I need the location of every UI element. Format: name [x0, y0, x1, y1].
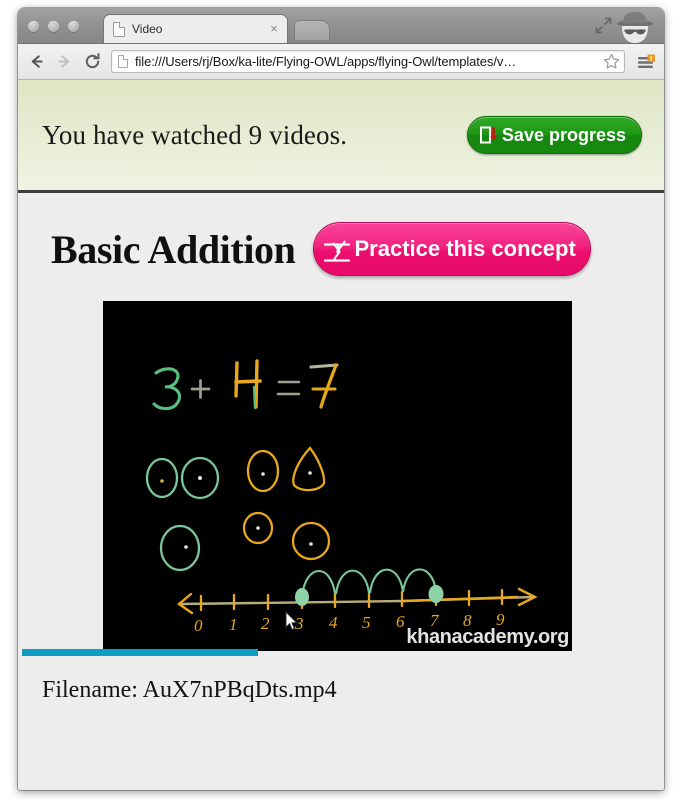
maximize-icon[interactable]	[595, 17, 612, 34]
practice-this-concept-button[interactable]: Practice this concept	[313, 222, 591, 276]
window-controls[interactable]	[28, 21, 79, 32]
new-tab-button[interactable]	[294, 20, 330, 40]
hamburger-menu-icon[interactable]	[635, 51, 657, 73]
practice-button-label: Practice this concept	[354, 236, 576, 261]
page-viewport: You have watched 9 videos. Save progress	[18, 80, 664, 788]
browser-toolbar: file:///Users/rj/Box/ka-lite/Flying-OWL/…	[18, 44, 664, 80]
tab-title: Video	[132, 22, 163, 36]
address-bar[interactable]: file:///Users/rj/Box/ka-lite/Flying-OWL/…	[111, 50, 625, 73]
close-icon[interactable]: ×	[267, 22, 281, 36]
tab-strip: Video ×	[18, 8, 664, 44]
gymnast-icon	[324, 235, 351, 263]
save-progress-button[interactable]: Save progress	[466, 116, 642, 154]
screen: Video × file:///Users/rj/Box/ka-lite/Fly…	[0, 0, 682, 800]
video-player[interactable]: 0 1 2 3 4 5 6 7 8 9 khanacademy.org	[22, 301, 572, 656]
svg-text:4: 4	[329, 613, 338, 632]
video-still-image: 0 1 2 3 4 5 6 7 8 9	[103, 301, 572, 651]
page-icon	[118, 55, 128, 68]
page-icon	[113, 21, 125, 37]
page-title: Basic Addition	[51, 226, 296, 272]
save-progress-label: Save progress	[501, 124, 626, 145]
videos-watched-text: You have watched 9 videos.	[42, 119, 348, 150]
url-text: file:///Users/rj/Box/ka-lite/Flying-OWL/…	[135, 54, 517, 69]
status-banner: You have watched 9 videos. Save progress	[18, 80, 664, 193]
video-progress-fill	[22, 649, 259, 656]
main-content: Basic Addition Practice this concept 0 1…	[18, 193, 664, 704]
forward-arrow-icon[interactable]	[53, 51, 75, 73]
khanacademy-watermark: khanacademy.org	[406, 626, 569, 648]
save-download-icon	[479, 125, 498, 145]
video-progress-bar[interactable]	[22, 649, 644, 656]
svg-text:2: 2	[261, 614, 270, 633]
svg-text:6: 6	[396, 612, 405, 631]
filename-label: Filename: AuX7nPBqDts.mp4	[42, 677, 337, 703]
window-close-dot[interactable]	[28, 21, 39, 32]
window-minimize-dot[interactable]	[48, 21, 59, 32]
window-zoom-dot[interactable]	[68, 21, 79, 32]
svg-text:1: 1	[229, 615, 238, 634]
svg-text:0: 0	[194, 616, 203, 635]
star-icon[interactable]	[603, 53, 620, 70]
title-row: Basic Addition Practice this concept	[18, 215, 664, 283]
svg-text:5: 5	[362, 613, 371, 632]
browser-window: Video × file:///Users/rj/Box/ka-lite/Fly…	[18, 8, 664, 790]
tab-video[interactable]: Video ×	[103, 14, 288, 43]
svg-text:3: 3	[294, 614, 304, 633]
incognito-icon[interactable]	[612, 10, 658, 44]
back-arrow-icon[interactable]	[25, 51, 47, 73]
reload-icon[interactable]	[81, 51, 103, 73]
video-frame[interactable]: 0 1 2 3 4 5 6 7 8 9 khanacademy.org	[103, 301, 572, 651]
